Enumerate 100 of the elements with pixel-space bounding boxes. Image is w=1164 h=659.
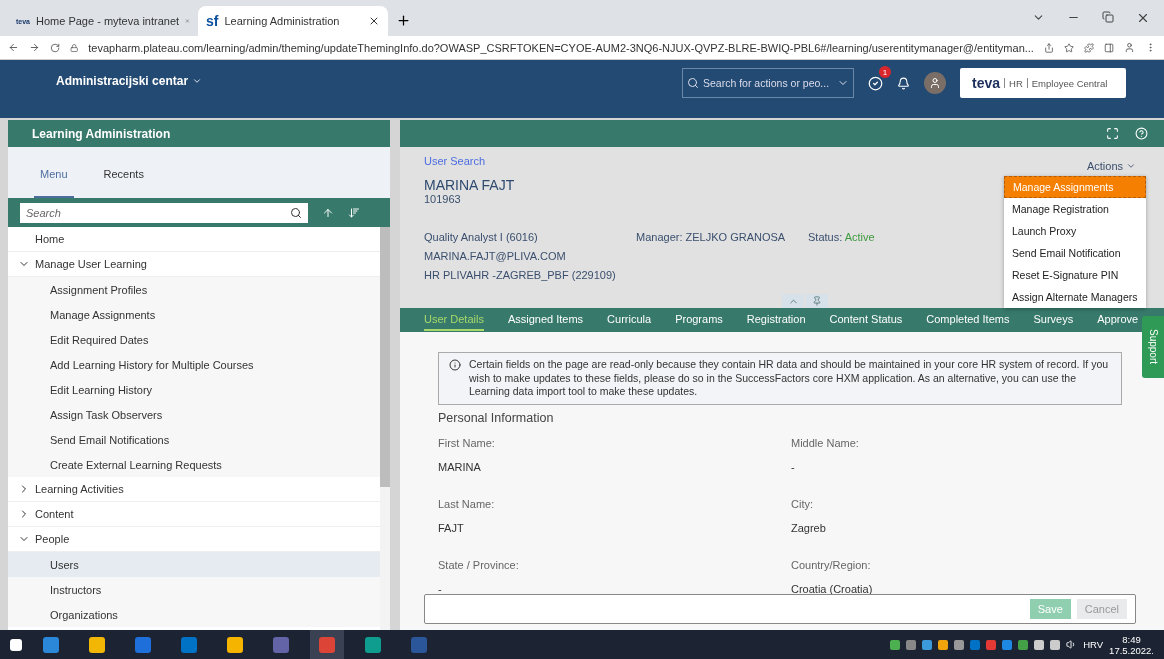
close-icon[interactable] <box>1136 11 1150 25</box>
menu-item[interactable]: Organizations <box>8 602 380 627</box>
home-menu-button[interactable]: Administracijski centar <box>56 74 203 88</box>
browser-tab[interactable]: sf Learning Administration <box>198 6 388 36</box>
menu-item[interactable]: Create External Learning Requests <box>8 452 380 477</box>
manager-text: Manager: ZELJKO GRANOSA <box>636 231 786 243</box>
sort-down-icon[interactable] <box>348 206 360 219</box>
app-icon[interactable] <box>227 636 243 653</box>
notification-badge: 1 <box>879 66 891 78</box>
expand-icon[interactable] <box>1106 127 1119 140</box>
app-icon[interactable] <box>43 636 59 653</box>
menu-item[interactable]: Send Email Notification <box>1004 242 1146 264</box>
site-logo: sf <box>206 13 219 29</box>
detail-tab[interactable]: Assigned Items <box>507 309 584 331</box>
tray-icon[interactable] <box>890 639 901 650</box>
tray-icon[interactable] <box>922 639 933 650</box>
menu-item[interactable]: Edit Required Dates <box>8 327 380 352</box>
field-label: Last Name: <box>438 497 496 510</box>
field-value: Zagreb <box>791 521 827 534</box>
sort-up-icon[interactable] <box>322 206 334 219</box>
extensions-icon[interactable] <box>1084 41 1095 54</box>
user-id: 101963 <box>424 193 461 205</box>
tray-icon[interactable] <box>906 639 917 650</box>
search-icon <box>687 77 699 89</box>
detail-tab[interactable]: Completed Items <box>926 309 1010 331</box>
bell-icon[interactable] <box>897 76 910 90</box>
actions-button[interactable]: Actions <box>1080 159 1142 173</box>
side-panel-icon[interactable] <box>1104 41 1115 54</box>
menu-item[interactable]: Edit Learning History <box>8 377 380 402</box>
tray-icon[interactable] <box>1018 639 1029 650</box>
menu-item[interactable]: Users <box>8 552 380 577</box>
tray-icon[interactable] <box>938 639 949 650</box>
detail-tab[interactable]: Registration <box>746 309 806 331</box>
todo-icon[interactable] <box>868 75 883 91</box>
detail-tab[interactable]: Surveys <box>1033 309 1074 331</box>
panel-header: Learning Administration <box>8 120 390 147</box>
close-icon[interactable] <box>368 15 380 27</box>
app-icon[interactable] <box>89 636 105 653</box>
field-label: City: <box>791 497 814 510</box>
field-label: State / Province: <box>438 558 520 571</box>
menu-item[interactable]: Assignment Profiles <box>8 277 380 302</box>
url-text[interactable]: tevapharm.plateau.com/learning/admin/theming/updateThemingInfo.do?OWASP_CSRFTOKEN=CYOE-AUM2-3NQ6-NJUX-QVPZ-BLRE-BWIQ-PBL6#/learning/userentitymanager@/entityman... <box>88 41 1034 54</box>
status-text: Status: Active <box>808 231 875 243</box>
detail-tab[interactable]: Content Status <box>829 309 903 331</box>
detail-tab[interactable]: Programs <box>675 309 723 331</box>
breadcrumb-link[interactable]: User Search <box>424 155 486 167</box>
caret-icon <box>1126 161 1136 171</box>
reload-icon[interactable] <box>49 41 60 54</box>
menu-item[interactable]: Launch Proxy <box>1004 220 1146 242</box>
tray-icon[interactable] <box>1050 639 1061 650</box>
section-title: Personal Information <box>438 410 555 425</box>
search-icon[interactable] <box>290 206 302 219</box>
field-value: MARINA <box>438 460 482 473</box>
menu-item[interactable]: Add Learning History for Multiple Courses <box>8 352 380 377</box>
search-field[interactable]: Search <box>20 202 308 223</box>
new-tab-icon[interactable] <box>396 13 411 28</box>
back-icon[interactable] <box>8 41 19 54</box>
organization-text: HR PLIVAHR -ZAGREB_PBF (229109) <box>424 269 616 281</box>
help-icon[interactable] <box>1135 127 1148 140</box>
start-icon[interactable] <box>10 638 22 651</box>
avatar[interactable] <box>924 72 946 94</box>
pin-icon <box>812 296 822 306</box>
forward-icon[interactable] <box>28 41 40 54</box>
caret-icon <box>192 76 203 86</box>
field-label: Country/Region: <box>791 558 872 571</box>
notice-text: Certain fields on the page are read-only because they contain HR data and should be maintained in your core HR system of record. If you wish to make updates to these fields, please do so in the SuccessFactors core HXM application. As an alternative, you can use the Learning data import tool to make these updates. <box>469 358 1110 399</box>
field-value: - <box>791 460 796 473</box>
scrollbar[interactable] <box>380 227 390 487</box>
user-name: MARINA FAJT <box>424 177 515 193</box>
app-icon[interactable] <box>365 636 381 653</box>
field-label: Middle Name: <box>791 436 860 449</box>
restore-icon[interactable] <box>1102 11 1114 23</box>
menu-item[interactable]: Manage Assignments <box>8 302 380 327</box>
support-tab[interactable]: Support <box>1142 316 1164 378</box>
job-title: Quality Analyst I (6016) <box>424 231 538 243</box>
field-value: Croatia (Croatia) <box>791 582 874 595</box>
field-value: - <box>438 582 443 595</box>
field-value: FAJT <box>438 521 465 534</box>
menu-item[interactable]: Manage Registration <box>1004 198 1146 220</box>
menu-item[interactable]: Reset E-Signature PIN <box>1004 264 1146 286</box>
field-label: First Name: <box>438 436 496 449</box>
menu-item[interactable]: Assign Task Observers <box>8 402 380 427</box>
brand-banner: teva HR Employee Central <box>960 68 1126 98</box>
language-indicator[interactable]: HRV <box>1083 639 1104 650</box>
tray-icon[interactable] <box>1002 639 1013 650</box>
menu-item[interactable]: Instructors <box>8 577 380 602</box>
user-email: MARINA.FAJT@PLIVA.COM <box>424 250 566 262</box>
detail-tab[interactable]: Approve <box>1097 309 1139 331</box>
lock-icon <box>69 42 79 53</box>
clock[interactable]: 8:49 17.5.2022. <box>1109 633 1154 656</box>
panel-tab[interactable]: Recents <box>97 168 150 198</box>
profile-icon[interactable] <box>1124 41 1136 54</box>
menu-item[interactable]: Send Email Notifications <box>8 427 380 452</box>
tray-icon[interactable] <box>954 639 965 650</box>
tray-icon[interactable] <box>1034 639 1045 650</box>
share-icon[interactable] <box>1043 41 1054 54</box>
menu-item[interactable]: Assign Alternate Managers <box>1004 286 1146 308</box>
detail-tab[interactable]: Curricula <box>607 309 652 331</box>
search-field[interactable]: Search for actions or peo... <box>682 68 854 98</box>
star-icon[interactable] <box>1064 41 1075 54</box>
